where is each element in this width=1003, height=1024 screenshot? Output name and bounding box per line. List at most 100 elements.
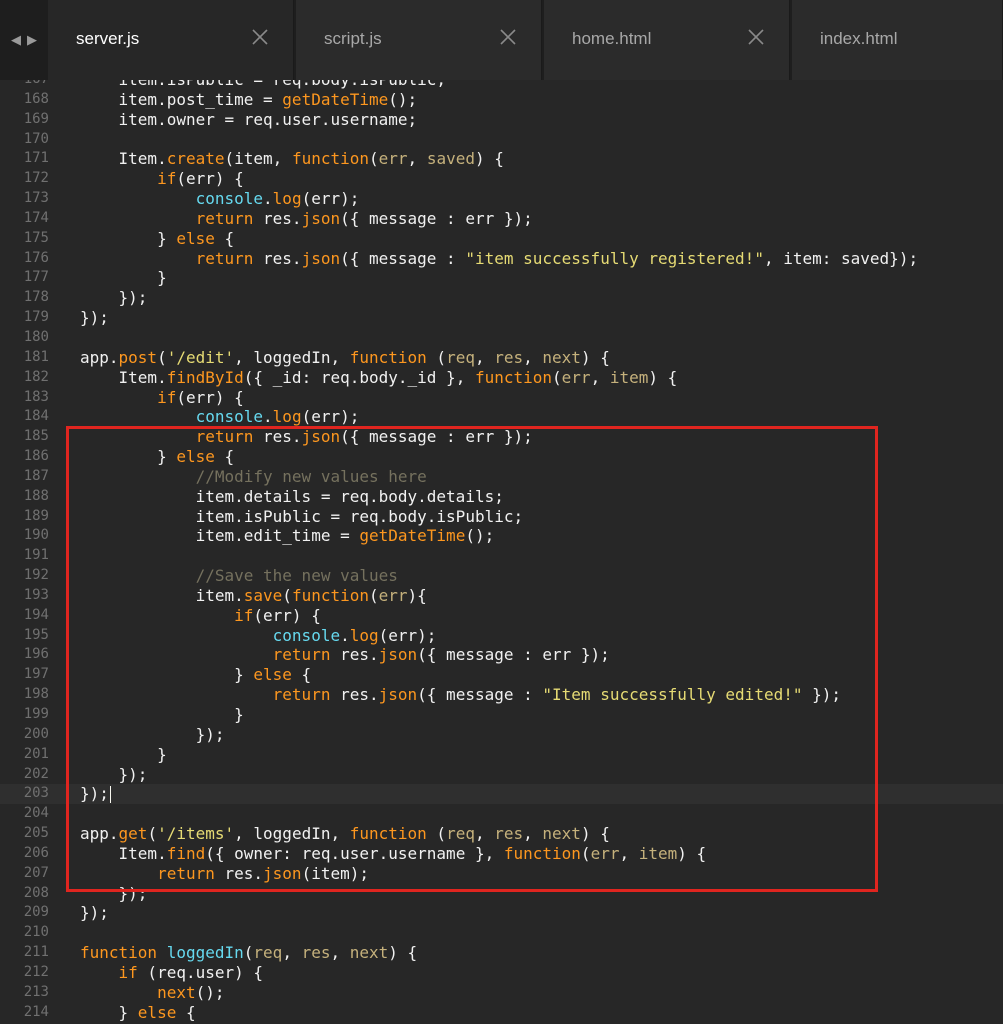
code-line[interactable]: 184 console.log(err);: [0, 407, 1003, 427]
code-line[interactable]: 167 item.isPublic = req.body.isPublic;: [0, 80, 1003, 90]
code-line[interactable]: 208 });: [0, 884, 1003, 904]
code-line[interactable]: 181 app.post('/edit', loggedIn, function …: [0, 348, 1003, 368]
code-token: next: [542, 347, 581, 367]
code-token: res: [301, 943, 331, 963]
line-number: 210: [23, 924, 49, 941]
tab-index-html[interactable]: index.html: [792, 0, 1003, 80]
code-lines: 167 item.isPublic = req.body.isPublic;16…: [0, 80, 1003, 1023]
code-line[interactable]: 198 return res.json({ message : "Item su…: [0, 685, 1003, 705]
code-line[interactable]: 179});: [0, 308, 1003, 328]
code-line[interactable]: 169 item.owner = req.user.username;: [0, 110, 1003, 130]
code-line[interactable]: 178 });: [0, 288, 1003, 308]
line-number: 185: [23, 428, 49, 445]
code-line[interactable]: 200 });: [0, 725, 1003, 745]
code-token: loggedIn: [166, 943, 244, 963]
code-line[interactable]: 204: [0, 804, 1003, 824]
code-token: '/items': [157, 824, 235, 844]
close-icon[interactable]: [251, 28, 269, 46]
code-line[interactable]: 180: [0, 328, 1003, 348]
code-line[interactable]: 192 //Save the new values: [0, 566, 1003, 586]
code-line[interactable]: 176 return res.json({ message : "item su…: [0, 249, 1003, 269]
code-line[interactable]: 210: [0, 923, 1003, 943]
code-token: function: [80, 943, 158, 963]
code-line[interactable]: 182 Item.findById({ _id: req.body._id },…: [0, 368, 1003, 388]
line-number: 213: [23, 983, 49, 1000]
line-number: 200: [23, 725, 49, 742]
code-text: return res.json(item);: [80, 864, 369, 884]
code-text: Item.create(item, function(err, saved) {: [80, 149, 504, 169]
code-line[interactable]: 195 console.log(err);: [0, 626, 1003, 646]
code-text: console.log(err);: [80, 189, 360, 209]
code-token: else: [176, 228, 215, 248]
code-token: }: [80, 665, 254, 685]
code-text: //Modify new values here: [80, 467, 427, 487]
code-line[interactable]: 211 function loggedIn(req, res, next) {: [0, 943, 1003, 963]
code-token: (: [426, 824, 447, 844]
code-line[interactable]: 201 }: [0, 745, 1003, 765]
code-line[interactable]: 197 } else {: [0, 665, 1003, 685]
code-line[interactable]: 188 item.details = req.body.details;: [0, 487, 1003, 507]
code-line[interactable]: 177 }: [0, 268, 1003, 288]
code-token: ,: [474, 347, 495, 367]
close-icon[interactable]: [747, 28, 765, 46]
code-token: app.: [80, 824, 119, 844]
code-line[interactable]: 186 } else {: [0, 447, 1003, 467]
code-line[interactable]: 214 } else {: [0, 1003, 1003, 1023]
tab-server-js[interactable]: server.js: [48, 0, 294, 80]
code-line[interactable]: 212 if (req.user) {: [0, 963, 1003, 983]
code-line[interactable]: 172 if(err) {: [0, 169, 1003, 189]
close-icon[interactable]: [499, 28, 517, 46]
tab-script-js[interactable]: script.js: [296, 0, 542, 80]
code-line[interactable]: 190 item.edit_time = getDateTime();: [0, 526, 1003, 546]
code-line[interactable]: 213 next();: [0, 983, 1003, 1003]
forward-arrow-icon[interactable]: ▶: [27, 33, 37, 48]
code-line[interactable]: 168 item.post_time = getDateTime();: [0, 90, 1003, 110]
code-line[interactable]: 183 if(err) {: [0, 388, 1003, 408]
code-token: (: [243, 943, 254, 963]
code-line[interactable]: 175 } else {: [0, 229, 1003, 249]
code-token: (: [282, 585, 292, 605]
code-line[interactable]: 203});: [0, 784, 1003, 805]
code-token: console: [272, 625, 341, 645]
code-token: });: [80, 764, 148, 784]
code-text: //Save the new values: [80, 566, 398, 586]
code-line[interactable]: 174 return res.json({ message : err });: [0, 209, 1003, 229]
code-line[interactable]: 206 Item.find({ owner: req.user.username…: [0, 844, 1003, 864]
code-token: get: [118, 824, 148, 844]
code-line[interactable]: 196 return res.json({ message : err });: [0, 645, 1003, 665]
code-line[interactable]: 191: [0, 546, 1003, 566]
code-token: req: [446, 824, 475, 844]
code-editor[interactable]: 167 item.isPublic = req.body.isPublic;16…: [0, 80, 1003, 1024]
code-line[interactable]: 187 //Modify new values here: [0, 467, 1003, 487]
code-line[interactable]: 189 item.isPublic = req.body.isPublic;: [0, 507, 1003, 527]
code-token: next: [157, 982, 196, 1002]
code-token: (err) {: [253, 605, 321, 625]
line-number: 184: [23, 408, 49, 425]
code-line[interactable]: 185 return res.json({ message : err });: [0, 427, 1003, 447]
code-token: ({ message : err });: [340, 208, 533, 228]
code-line[interactable]: 170: [0, 130, 1003, 150]
code-line[interactable]: 207 return res.json(item);: [0, 864, 1003, 884]
line-number: 187: [23, 467, 49, 484]
tab-home-html[interactable]: home.html: [544, 0, 790, 80]
code-line[interactable]: 209});: [0, 903, 1003, 923]
code-line[interactable]: 193 item.save(function(err){: [0, 586, 1003, 606]
code-line[interactable]: 199 }: [0, 705, 1003, 725]
code-token: (: [426, 347, 447, 367]
code-line[interactable]: 202 });: [0, 765, 1003, 785]
code-token: log: [349, 625, 379, 645]
line-number: 196: [23, 646, 49, 663]
line-number: 195: [23, 626, 49, 643]
code-token: ) {: [677, 843, 707, 863]
code-line[interactable]: 194 if(err) {: [0, 606, 1003, 626]
code-line[interactable]: 205 app.get('/items', loggedIn, function …: [0, 824, 1003, 844]
back-arrow-icon[interactable]: ◀: [11, 33, 21, 48]
code-text: } else {: [80, 229, 234, 249]
code-line[interactable]: 171 Item.create(item, function(err, save…: [0, 149, 1003, 169]
code-line[interactable]: 173 console.log(err);: [0, 189, 1003, 209]
line-number: 186: [23, 448, 49, 465]
code-text: });: [80, 308, 109, 328]
